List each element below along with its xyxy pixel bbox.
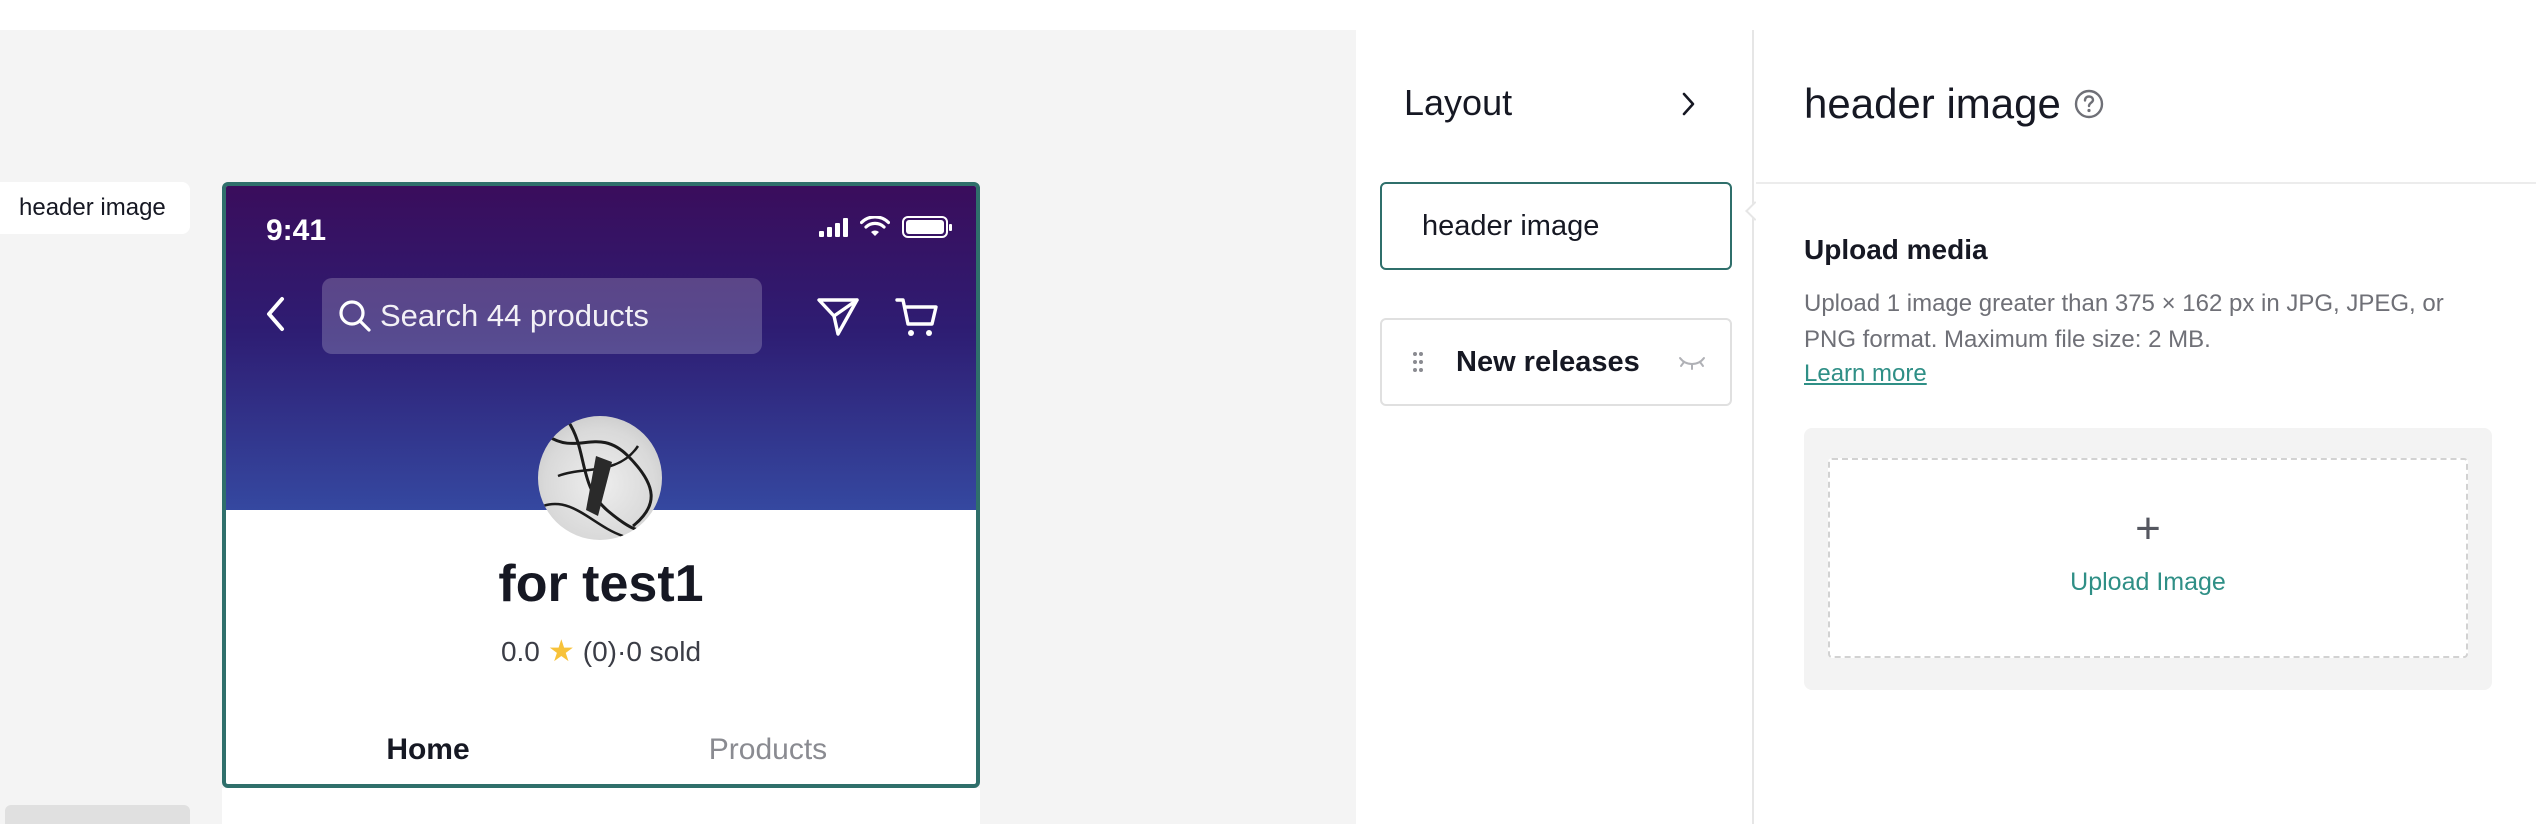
- layout-item-label: New releases: [1456, 345, 1640, 378]
- tab-products[interactable]: Products: [598, 722, 938, 778]
- settings-panel: header image Upload media Upload 1 image…: [1756, 30, 2536, 824]
- chevron-right-icon: [1682, 92, 1695, 116]
- back-button[interactable]: [254, 292, 298, 336]
- eye-hidden-icon[interactable]: [1678, 352, 1706, 372]
- settings-divider: [1756, 182, 2536, 184]
- upload-heading: Upload media: [1804, 234, 1988, 265]
- status-time: 9:41: [266, 214, 327, 247]
- rating-detail: (0)·0 sold: [582, 635, 702, 667]
- shop-name: for test1: [498, 555, 704, 613]
- cart-button[interactable]: [894, 294, 940, 345]
- top-bar: [0, 0, 2536, 30]
- drag-handle-icon[interactable]: [1412, 350, 1424, 374]
- shop-tabs: Home Products: [226, 722, 976, 784]
- avatar-image: [542, 420, 660, 538]
- upload-image-button[interactable]: + Upload Image: [1828, 458, 2468, 658]
- layout-expand-button[interactable]: [1678, 90, 1698, 123]
- upload-image-label: Upload Image: [2070, 568, 2226, 596]
- status-icons: [819, 216, 952, 238]
- layout-title: Layout: [1404, 82, 1513, 123]
- layout-item-label: header image: [1422, 209, 1600, 242]
- search-icon: [339, 300, 371, 332]
- help-icon[interactable]: [2073, 88, 2105, 120]
- search-input[interactable]: Search 44 products: [322, 278, 762, 354]
- battery-icon: [902, 216, 952, 238]
- learn-more-link[interactable]: Learn more: [1804, 360, 1927, 388]
- plus-icon: +: [2135, 504, 2161, 553]
- layout-panel: Layout header image New releases: [1356, 30, 1754, 824]
- send-icon: [817, 298, 859, 336]
- rating-score: 0.0: [500, 635, 540, 667]
- shop-rating: 0.0 ★ (0)·0 sold: [226, 634, 976, 669]
- upload-description: Upload 1 image greater than 375 × 162 px…: [1804, 290, 2444, 353]
- preview-canvas: header image 9:41 Search 44 products for…: [0, 30, 1356, 824]
- shop-avatar: [538, 416, 662, 540]
- search-placeholder: Search 44 products: [380, 298, 649, 333]
- layout-item-new-releases[interactable]: New releases: [1380, 318, 1732, 406]
- signal-icon: [819, 217, 848, 237]
- section-floating-label[interactable]: header image: [0, 182, 190, 234]
- layout-item-header-image[interactable]: header image: [1380, 182, 1732, 270]
- wifi-icon: [860, 216, 890, 236]
- star-icon: ★: [547, 635, 575, 668]
- settings-title: header image: [1804, 80, 2105, 128]
- phone-preview-header-section[interactable]: 9:41 Search 44 products for test1 0.0 ★ …: [222, 182, 980, 788]
- section-floating-label-secondary[interactable]: [5, 805, 190, 824]
- chevron-left-icon: [267, 297, 284, 331]
- tab-home[interactable]: Home: [258, 722, 598, 778]
- cart-icon: [895, 298, 938, 336]
- upload-area: + Upload Image: [1804, 428, 2492, 690]
- share-button[interactable]: [816, 294, 860, 343]
- next-section-preview[interactable]: [222, 788, 980, 824]
- settings-title-text: header image: [1804, 80, 2061, 127]
